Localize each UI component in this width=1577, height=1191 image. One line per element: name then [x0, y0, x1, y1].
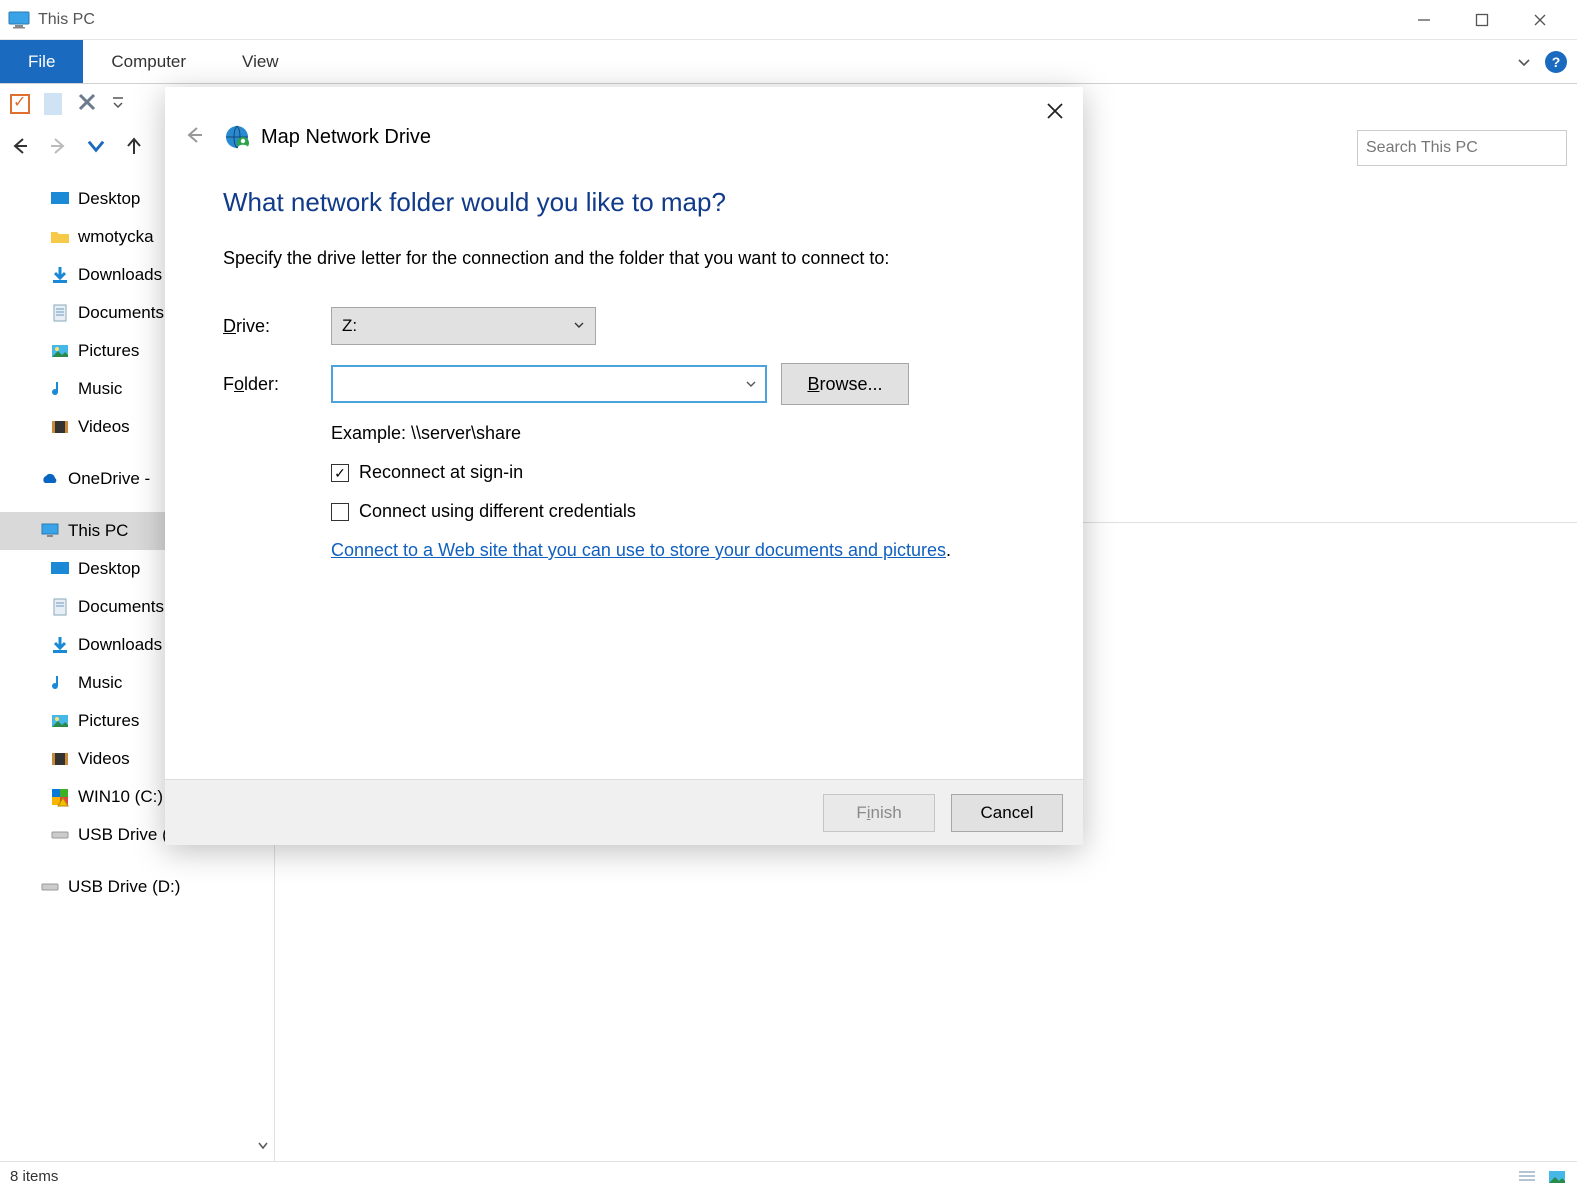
new-folder-icon[interactable] [44, 93, 62, 115]
folder-combobox[interactable] [331, 365, 767, 403]
connect-website-link[interactable]: Connect to a Web site that you can use t… [331, 540, 946, 560]
delete-icon[interactable] [76, 91, 98, 117]
properties-icon[interactable] [10, 94, 30, 114]
desktop-icon [50, 559, 70, 579]
help-button[interactable]: ? [1545, 51, 1567, 73]
status-item-count: 8 items [10, 1168, 58, 1185]
search-input[interactable]: Search This PC [1357, 130, 1567, 166]
example-text: Example: \\server\share [331, 423, 1025, 444]
ribbon-collapse-button[interactable] [1515, 40, 1533, 83]
window-controls [1395, 0, 1569, 40]
different-credentials-label: Connect using different credentials [359, 501, 636, 522]
network-drive-icon [223, 123, 251, 151]
this-pc-icon [8, 11, 32, 29]
folder-label: Folder: [223, 374, 331, 395]
dialog-back-button[interactable] [183, 124, 205, 151]
tab-file[interactable]: File [0, 40, 83, 83]
chevron-down-icon [745, 374, 757, 395]
pictures-icon [50, 711, 70, 731]
tree-scroll-down-button[interactable] [256, 1137, 270, 1157]
videos-icon [50, 749, 70, 769]
window-title: This PC [38, 11, 95, 29]
close-button[interactable] [1511, 0, 1569, 40]
drive-icon [50, 787, 70, 807]
reconnect-label: Reconnect at sign-in [359, 462, 523, 483]
browse-button[interactable]: Browse... [781, 363, 909, 405]
dialog-close-button[interactable] [1045, 101, 1065, 126]
usb-drive-icon [50, 825, 70, 845]
statusbar: 8 items [0, 1161, 1577, 1191]
documents-icon [50, 597, 70, 617]
downloads-icon [50, 265, 70, 285]
large-icons-view-button[interactable] [1547, 1169, 1567, 1185]
maximize-button[interactable] [1453, 0, 1511, 40]
titlebar: This PC [0, 0, 1577, 40]
reconnect-checkbox[interactable]: ✓ [331, 464, 349, 482]
cancel-button[interactable]: Cancel [951, 794, 1063, 832]
finish-button[interactable]: Finish [823, 794, 935, 832]
folder-icon [50, 227, 70, 247]
music-icon [50, 379, 70, 399]
downloads-icon [50, 635, 70, 655]
usb-drive-icon [40, 877, 60, 897]
documents-icon [50, 303, 70, 323]
reconnect-checkbox-row[interactable]: ✓ Reconnect at sign-in [331, 462, 1025, 483]
videos-icon [50, 417, 70, 437]
forward-button[interactable] [48, 136, 68, 160]
dialog-footer: Finish Cancel [165, 779, 1083, 845]
different-credentials-checkbox-row[interactable]: Connect using different credentials [331, 501, 1025, 522]
chevron-down-icon [573, 316, 585, 336]
different-credentials-checkbox[interactable] [331, 503, 349, 521]
drive-select[interactable]: Z: [331, 307, 596, 345]
music-icon [50, 673, 70, 693]
details-view-button[interactable] [1517, 1169, 1537, 1185]
map-network-drive-dialog: Map Network Drive What network folder wo… [165, 87, 1083, 845]
up-button[interactable] [124, 136, 144, 160]
dialog-heading: What network folder would you like to ma… [223, 187, 1025, 218]
desktop-icon [50, 189, 70, 209]
pictures-icon [50, 341, 70, 361]
tab-computer[interactable]: Computer [83, 40, 214, 83]
ribbon: File Computer View ? [0, 40, 1577, 84]
qat-customize-button[interactable] [112, 96, 124, 113]
tab-view[interactable]: View [214, 40, 307, 83]
onedrive-icon [40, 469, 60, 489]
recent-locations-button[interactable] [86, 136, 106, 160]
dialog-description: Specify the drive letter for the connect… [223, 248, 1025, 269]
drive-value: Z: [342, 316, 357, 336]
tree-item-usb-d-2[interactable]: USB Drive (D:) [0, 868, 274, 906]
dialog-title: Map Network Drive [261, 126, 431, 149]
back-button[interactable] [10, 136, 30, 160]
minimize-button[interactable] [1395, 0, 1453, 40]
this-pc-icon [40, 521, 60, 541]
drive-label: Drive: [223, 316, 331, 337]
search-placeholder: Search This PC [1366, 139, 1478, 157]
